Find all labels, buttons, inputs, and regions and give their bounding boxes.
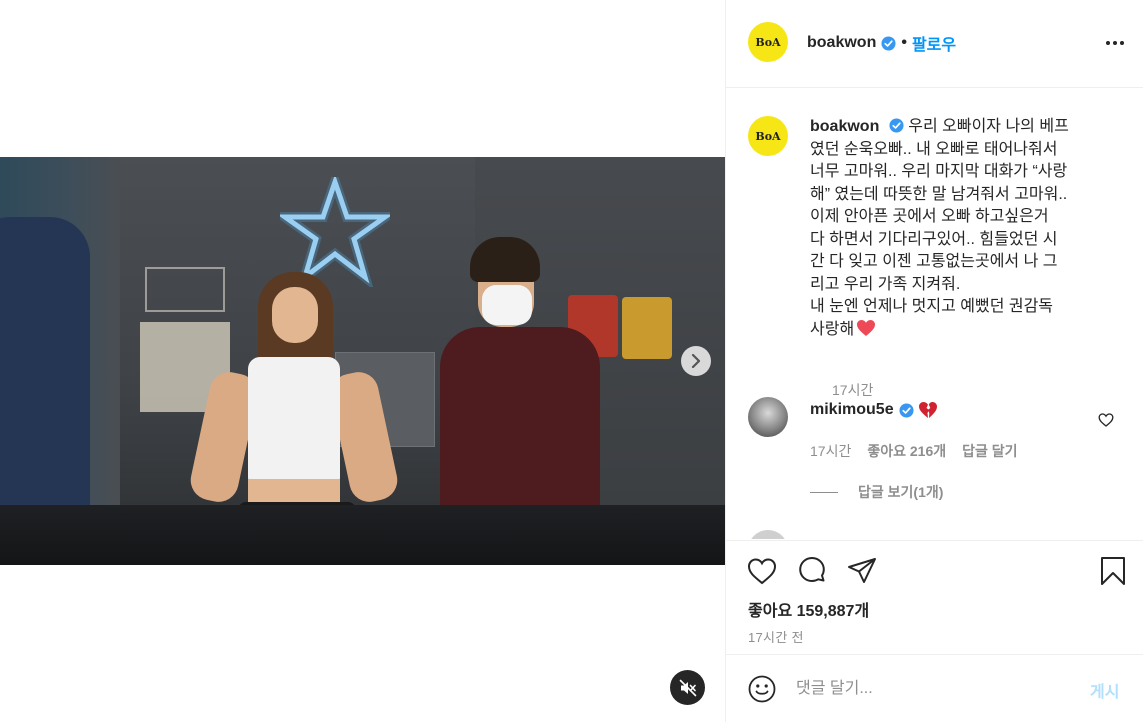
save-button[interactable]: [1097, 555, 1129, 587]
caption-avatar-logo-text: BoA: [755, 129, 781, 143]
broken-heart-icon: [918, 402, 937, 418]
smiley-icon[interactable]: [748, 675, 776, 703]
bookmark-icon: [1101, 557, 1125, 585]
likes-count[interactable]: 좋아요 159,887개: [748, 597, 869, 621]
video-person-man-hair: [470, 237, 540, 282]
comment-like-heart-icon[interactable]: [1098, 412, 1114, 428]
caption-username[interactable]: boakwon: [810, 118, 879, 135]
video-person-woman-face: [272, 287, 318, 343]
verified-badge-icon: [899, 402, 914, 418]
post-side-pane: BoA boakwon • 팔로우 BoA boakwon 우리 오빠이자 나의…: [725, 0, 1143, 722]
carousel-next-button[interactable]: [681, 346, 711, 376]
comment-time[interactable]: 17시간: [810, 441, 851, 461]
post-video[interactable]: [0, 157, 725, 565]
post-actions: 좋아요 159,887개 17시간 전: [726, 540, 1143, 655]
caption-time[interactable]: 17시간: [832, 380, 873, 400]
post-header: BoA boakwon • 팔로우: [726, 0, 1143, 88]
neon-star-sign: [280, 177, 390, 287]
comment-reply-button[interactable]: 답글 달기: [962, 441, 1017, 461]
comment-button[interactable]: [796, 555, 828, 587]
video-scene-floor: [0, 505, 725, 565]
red-heart-icon: [857, 319, 876, 336]
header-username[interactable]: boakwon: [807, 34, 876, 52]
video-poster-gold: [622, 297, 672, 359]
add-comment-bar: 게시: [726, 656, 1143, 722]
ellipsis-icon: [1106, 41, 1124, 45]
header-user-row: boakwon • 팔로우: [807, 31, 956, 55]
chevron-right-icon: [691, 354, 701, 368]
mute-button[interactable]: [670, 670, 705, 705]
avatar-logo-text: BoA: [755, 35, 781, 49]
comment-likes[interactable]: 좋아요 216개: [867, 441, 946, 461]
heart-outline-icon: [747, 558, 777, 585]
next-comment-avatar: [748, 530, 788, 539]
caption-body: 우리 오빠이자 나의 베프 였던 순욱오빠.. 내 오빠로 태어나줘서 너무 고…: [810, 118, 1069, 338]
comment-user-row: mikimou5e: [810, 401, 938, 419]
caption-avatar[interactable]: BoA: [748, 116, 788, 156]
comment-username[interactable]: mikimou5e: [810, 401, 894, 419]
post-comment-button[interactable]: 게시: [1090, 678, 1119, 702]
post-timestamp[interactable]: 17시간 전: [748, 627, 804, 646]
follow-button[interactable]: 팔로우: [912, 31, 956, 55]
paper-plane-icon: [848, 558, 876, 583]
video-person-man-mask: [482, 285, 532, 325]
avatar[interactable]: BoA: [748, 22, 788, 62]
caption-text: boakwon 우리 오빠이자 나의 베프 였던 순욱오빠.. 내 오빠로 태어…: [810, 116, 1128, 341]
media-pane: [0, 0, 725, 722]
verified-badge-icon: [881, 35, 896, 51]
view-replies-label: 답글 보기(1개): [858, 484, 944, 500]
view-replies-button[interactable]: 답글 보기(1개): [810, 482, 943, 502]
follow-separator: •: [901, 34, 907, 51]
comment-input[interactable]: [796, 674, 1076, 704]
speaker-muted-icon: [679, 679, 696, 696]
like-button[interactable]: [746, 555, 778, 587]
video-person-woman-top: [248, 357, 340, 482]
comment-meta: 17시간 좋아요 216개 답글 달기: [810, 441, 1018, 461]
replies-divider: [810, 491, 838, 493]
verified-badge-icon: [889, 118, 904, 133]
speech-bubble-icon: [799, 557, 825, 582]
comments-area[interactable]: BoA boakwon 우리 오빠이자 나의 베프 였던 순욱오빠.. 내 오빠…: [726, 89, 1143, 539]
share-button[interactable]: [846, 555, 878, 587]
comment-avatar[interactable]: [748, 397, 788, 437]
video-graffiti-sign: [145, 267, 225, 312]
more-options-button[interactable]: [1103, 31, 1127, 55]
